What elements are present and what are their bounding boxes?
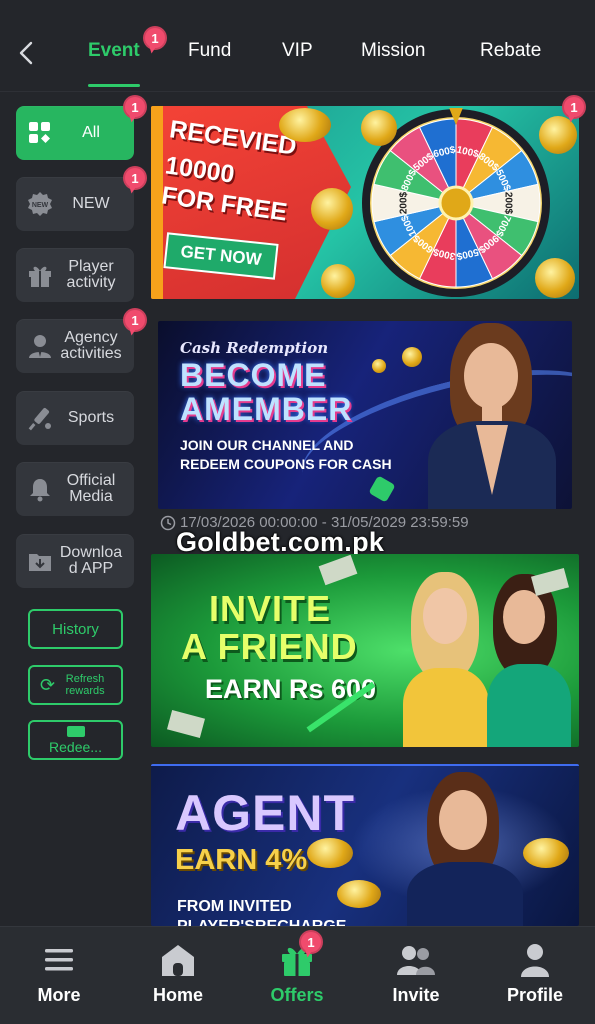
agent-line-4: PLAYER'SRECHARGE — [177, 918, 346, 926]
coin-decoration — [337, 880, 381, 908]
new-tag-icon: NEW — [26, 190, 54, 218]
coin-decoration — [402, 347, 422, 367]
agent-line-3: FROM INVITED — [177, 898, 292, 915]
back-arrow-icon[interactable] — [14, 38, 38, 68]
sidebar-item-download-app[interactable]: Downloa d APP — [16, 534, 134, 588]
nav-invite-label: Invite — [392, 985, 440, 1005]
sidebar-item-label: Downloa d APP — [59, 544, 123, 577]
member-line-2: AMEMBER — [180, 391, 353, 427]
sidebar-item-all[interactable]: All — [16, 106, 134, 160]
sidebar-item-label: Agency activities — [60, 329, 122, 362]
sidebar-item-player-activity[interactable]: Player activity — [16, 248, 134, 302]
coin-decoration — [523, 838, 569, 868]
tab-mission[interactable]: Mission — [361, 40, 425, 62]
menu-icon — [9, 941, 109, 979]
ticket-icon — [66, 726, 85, 737]
nav-profile[interactable]: Profile — [485, 941, 585, 1006]
gift-icon — [26, 261, 54, 289]
svg-text:NEW: NEW — [32, 202, 49, 209]
wheel-slice-label: 200$ — [399, 191, 410, 214]
coin-decoration — [311, 188, 353, 230]
users-icon — [366, 941, 466, 979]
nav-more[interactable]: More — [9, 941, 109, 1006]
agent-icon — [26, 332, 54, 360]
history-button[interactable]: History — [28, 609, 123, 649]
model-illustration — [420, 321, 560, 509]
sidebar-item-label: Official Media — [66, 472, 116, 505]
top-nav: Event 1 Fund VIP Mission Rebate — [0, 0, 595, 92]
coin-decoration — [279, 108, 331, 142]
nav-home[interactable]: Home — [128, 941, 228, 1006]
sidebar-item-agency-activities[interactable]: Agency activities — [16, 319, 134, 373]
nav-invite[interactable]: Invite — [366, 941, 466, 1006]
active-tab-indicator — [88, 84, 140, 87]
cricket-bat-icon — [26, 404, 54, 432]
member-kicker: Cash Redemption — [180, 339, 329, 357]
wheel-promo-banner[interactable]: RECEVIED 10000 FOR FREE GET NOW 100$ 800$… — [151, 106, 579, 299]
nav-more-label: More — [37, 985, 81, 1005]
sidebar-agency-badge: 1 — [123, 308, 147, 332]
agent-promo-banner[interactable]: AGENT EARN 4% FROM INVITED PLAYER'SRECHA… — [151, 764, 579, 926]
nav-home-label: Home — [152, 985, 203, 1005]
friends-illustration — [389, 568, 579, 747]
nav-profile-label: Profile — [506, 985, 563, 1005]
invite-promo-banner[interactable]: INVITE A FRIEND EARN Rs 600 — [151, 554, 579, 747]
tab-fund[interactable]: Fund — [188, 40, 231, 62]
coin-decoration — [372, 359, 386, 373]
tab-vip[interactable]: VIP — [282, 40, 313, 62]
cash-decoration — [166, 709, 206, 739]
member-sub-1: JOIN OUR CHANNEL AND — [180, 437, 354, 453]
coin-decoration — [307, 838, 353, 868]
coin-decoration — [361, 110, 397, 146]
tab-rebate[interactable]: Rebate — [480, 40, 541, 62]
sidebar-item-sports[interactable]: Sports — [16, 391, 134, 445]
nav-offers[interactable]: Offers — [247, 941, 347, 1006]
sidebar-item-label: Player activity — [66, 258, 116, 291]
invite-line-2: A FRIEND — [181, 626, 358, 667]
refresh-rewards-button[interactable]: ⟳ Refresh rewards — [28, 665, 123, 705]
bell-icon — [26, 475, 54, 503]
grid-icon — [26, 119, 54, 147]
home-icon — [128, 941, 228, 979]
sidebar-item-label: All — [82, 124, 100, 141]
sidebar-item-new[interactable]: NEW NEW — [16, 177, 134, 231]
redeem-label: Redee... — [49, 739, 102, 755]
nav-offers-badge: 1 — [299, 930, 323, 954]
cash-decoration — [318, 554, 358, 586]
agent-line-2: EARN 4% — [175, 844, 308, 876]
bottom-nav: More Home Offers 1 Invite Profile — [0, 926, 595, 1024]
agent-line-1: AGENT — [175, 785, 355, 841]
get-now-label: GET NOW — [179, 241, 263, 270]
sidebar-item-label: NEW — [72, 195, 110, 212]
member-sub-2: REDEEM COUPONS FOR CASH — [180, 456, 392, 472]
sidebar-all-badge: 1 — [123, 95, 147, 119]
coin-decoration — [535, 258, 575, 298]
refresh-rewards-label: Refresh rewards — [65, 673, 105, 697]
gift-icon — [247, 941, 347, 979]
tab-event-badge: 1 — [143, 26, 167, 50]
clock-icon — [160, 515, 176, 530]
member-line-1: BECOME — [180, 357, 327, 393]
nav-offers-label: Offers — [270, 985, 324, 1005]
download-icon — [26, 547, 54, 575]
coin-decoration — [321, 264, 355, 298]
sidebar-item-label: Sports — [67, 409, 115, 426]
sidebar-new-badge: 1 — [123, 166, 147, 190]
agent-illustration — [407, 770, 527, 926]
redeem-button[interactable]: Redee... — [28, 720, 123, 760]
member-promo-banner[interactable]: Cash Redemption BECOME AMEMBER JOIN OUR … — [158, 321, 572, 509]
tab-event[interactable]: Event — [88, 40, 140, 62]
sidebar-item-official-media[interactable]: Official Media — [16, 462, 134, 516]
user-icon — [485, 941, 585, 979]
wheel-slice-label: 200$ — [502, 192, 513, 215]
refresh-icon: ⟳ — [39, 675, 56, 695]
wheel-banner-badge: 1 — [562, 95, 586, 119]
invite-line-1: INVITE — [209, 588, 332, 629]
